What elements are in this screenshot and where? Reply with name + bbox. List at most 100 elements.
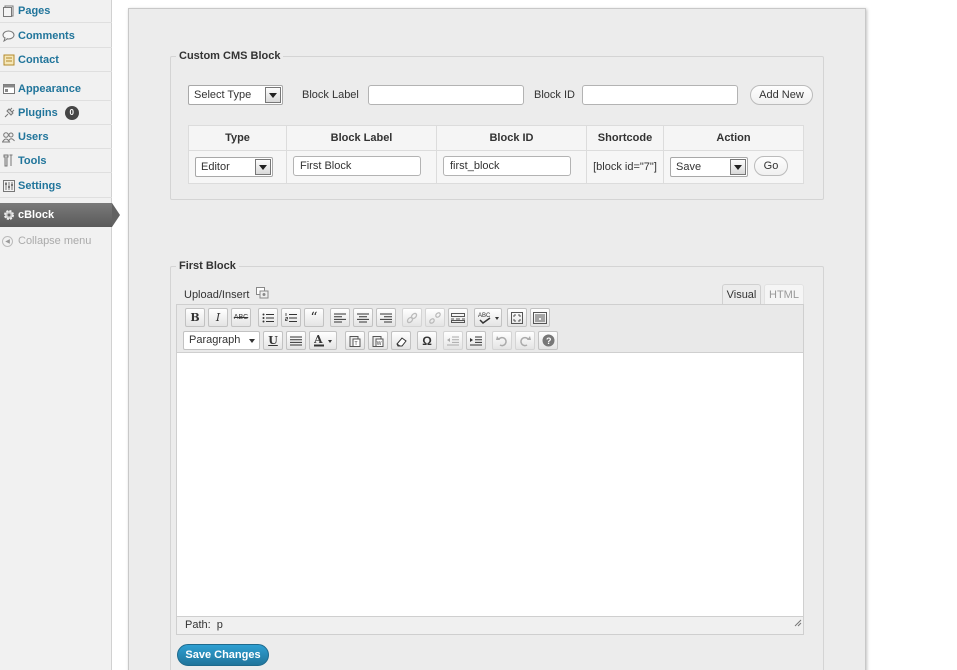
editor-toolbar: B I ABC “ ABC Paragraph U A T W Ω ? [176, 304, 804, 352]
resize-handle-icon[interactable] [794, 616, 802, 633]
block-label-caption: Block Label [302, 89, 359, 101]
underline-icon[interactable]: U [263, 331, 283, 350]
settings-icon [2, 179, 15, 192]
chevron-down-icon [265, 87, 281, 103]
sidebar-item-users[interactable]: Users [0, 125, 112, 149]
tab-html[interactable]: HTML [764, 284, 804, 305]
svg-text:W: W [377, 341, 382, 347]
undo-icon[interactable] [492, 331, 512, 350]
help-icon[interactable]: ? [538, 331, 558, 350]
sidebar-item-label: Plugins [18, 106, 58, 119]
go-button[interactable]: Go [754, 156, 788, 176]
insert-more-icon[interactable] [448, 308, 468, 327]
plugins-update-badge: 0 [64, 105, 79, 120]
sidebar-item-label: Comments [18, 29, 75, 42]
text-color-icon[interactable]: A [309, 331, 337, 350]
sidebar-item-label: Settings [18, 179, 62, 192]
row-action-value: Save [676, 161, 702, 173]
section-title: First Block [179, 260, 236, 272]
sidebar-item-contact[interactable]: Contact [0, 48, 112, 72]
users-icon [2, 130, 15, 143]
comments-icon [2, 29, 15, 42]
sidebar-item-comments[interactable]: Comments [0, 24, 112, 48]
sidebar-item-cblock[interactable]: cBlock [0, 203, 120, 227]
block-id-input[interactable] [582, 85, 738, 105]
table-header-row: Type Block Label Block ID Shortcode Acti… [188, 125, 804, 151]
sidebar-item-settings[interactable]: Settings [0, 174, 112, 198]
appearance-icon [2, 82, 15, 95]
tab-visual[interactable]: Visual [722, 284, 761, 305]
remove-format-icon[interactable] [391, 331, 411, 350]
pages-icon [2, 5, 15, 18]
paste-text-icon[interactable]: T [345, 331, 365, 350]
fullscreen-icon[interactable] [507, 308, 527, 327]
sidebar-item-pages[interactable]: Pages [0, 0, 112, 23]
svg-text:A: A [314, 334, 323, 346]
collapse-arrow-icon: ◀ [2, 235, 13, 247]
sidebar-item-tools[interactable]: Tools [0, 149, 112, 173]
spellcheck-icon[interactable]: ABC [474, 308, 502, 327]
sidebar-item-label: Users [18, 130, 49, 143]
chevron-down-icon [255, 159, 271, 175]
plugins-icon [2, 106, 15, 119]
add-media-icon [256, 287, 269, 302]
unlink-icon[interactable] [425, 308, 445, 327]
bullet-list-icon[interactable] [258, 308, 278, 327]
paragraph-format-select[interactable]: Paragraph [183, 331, 260, 350]
row-type-cell: Editor [188, 150, 287, 184]
chevron-down-icon [249, 339, 255, 343]
row-type-value: Editor [201, 161, 230, 173]
justify-icon[interactable] [286, 331, 306, 350]
italic-icon[interactable]: I [208, 308, 228, 327]
row-shortcode-cell: [block id="7"] [586, 150, 664, 184]
svg-text:?: ? [546, 336, 552, 346]
chevron-down-icon [730, 159, 746, 175]
column-header-block-id: Block ID [436, 125, 587, 151]
row-action-select[interactable]: Save [670, 157, 748, 177]
insert-link-icon[interactable] [402, 308, 422, 327]
row-type-select[interactable]: Editor [195, 157, 273, 177]
add-new-button[interactable]: Add New [750, 85, 813, 105]
column-header-block-label: Block Label [286, 125, 437, 151]
cblock-gear-icon [2, 209, 15, 222]
type-select-value: Select Type [194, 89, 252, 101]
block-label-input[interactable] [368, 85, 524, 105]
column-header-type: Type [188, 125, 287, 151]
upload-insert-button[interactable]: Upload/Insert [184, 287, 269, 302]
tools-icon [2, 154, 15, 167]
custom-cms-block-section: Custom CMS Block Select Type Block Label… [170, 50, 824, 200]
align-left-icon[interactable] [330, 308, 350, 327]
type-select[interactable]: Select Type [188, 85, 283, 105]
row-label-cell: First Block [286, 150, 437, 184]
sidebar-item-plugins[interactable]: Plugins 0 [0, 101, 112, 125]
section-title: Custom CMS Block [179, 50, 281, 62]
paste-word-icon[interactable]: W [368, 331, 388, 350]
row-id-cell: first_block [436, 150, 587, 184]
blockquote-icon[interactable]: “ [304, 308, 324, 327]
align-center-icon[interactable] [353, 308, 373, 327]
bold-icon[interactable]: B [185, 308, 205, 327]
cblock-panel: Custom CMS Block Select Type Block Label… [128, 8, 866, 670]
svg-text:T: T [355, 341, 358, 347]
path-element-p[interactable]: p [217, 619, 223, 631]
sidebar-item-appearance[interactable]: Appearance [0, 77, 112, 101]
row-label-input[interactable]: First Block [293, 156, 421, 176]
indent-icon[interactable] [466, 331, 486, 350]
outdent-icon[interactable] [443, 331, 463, 350]
redo-icon[interactable] [515, 331, 535, 350]
special-character-icon[interactable]: Ω [417, 331, 437, 350]
numbered-list-icon[interactable] [281, 308, 301, 327]
row-id-input[interactable]: first_block [443, 156, 571, 176]
sidebar-item-label: cBlock [18, 209, 55, 221]
collapse-menu-label: Collapse menu [18, 235, 92, 247]
align-right-icon[interactable] [376, 308, 396, 327]
strikethrough-icon[interactable]: ABC [231, 308, 251, 327]
blocks-table: Type Block Label Block ID Shortcode Acti… [188, 125, 804, 184]
save-changes-button[interactable]: Save Changes [177, 644, 269, 666]
row-action-cell: Save Go [663, 150, 804, 184]
editor-content-area[interactable] [176, 352, 804, 617]
kitchen-sink-icon[interactable] [530, 308, 550, 327]
collapse-menu-button[interactable]: ◀ Collapse menu [0, 233, 91, 249]
column-header-action: Action [663, 125, 804, 151]
block-id-caption: Block ID [534, 89, 575, 101]
